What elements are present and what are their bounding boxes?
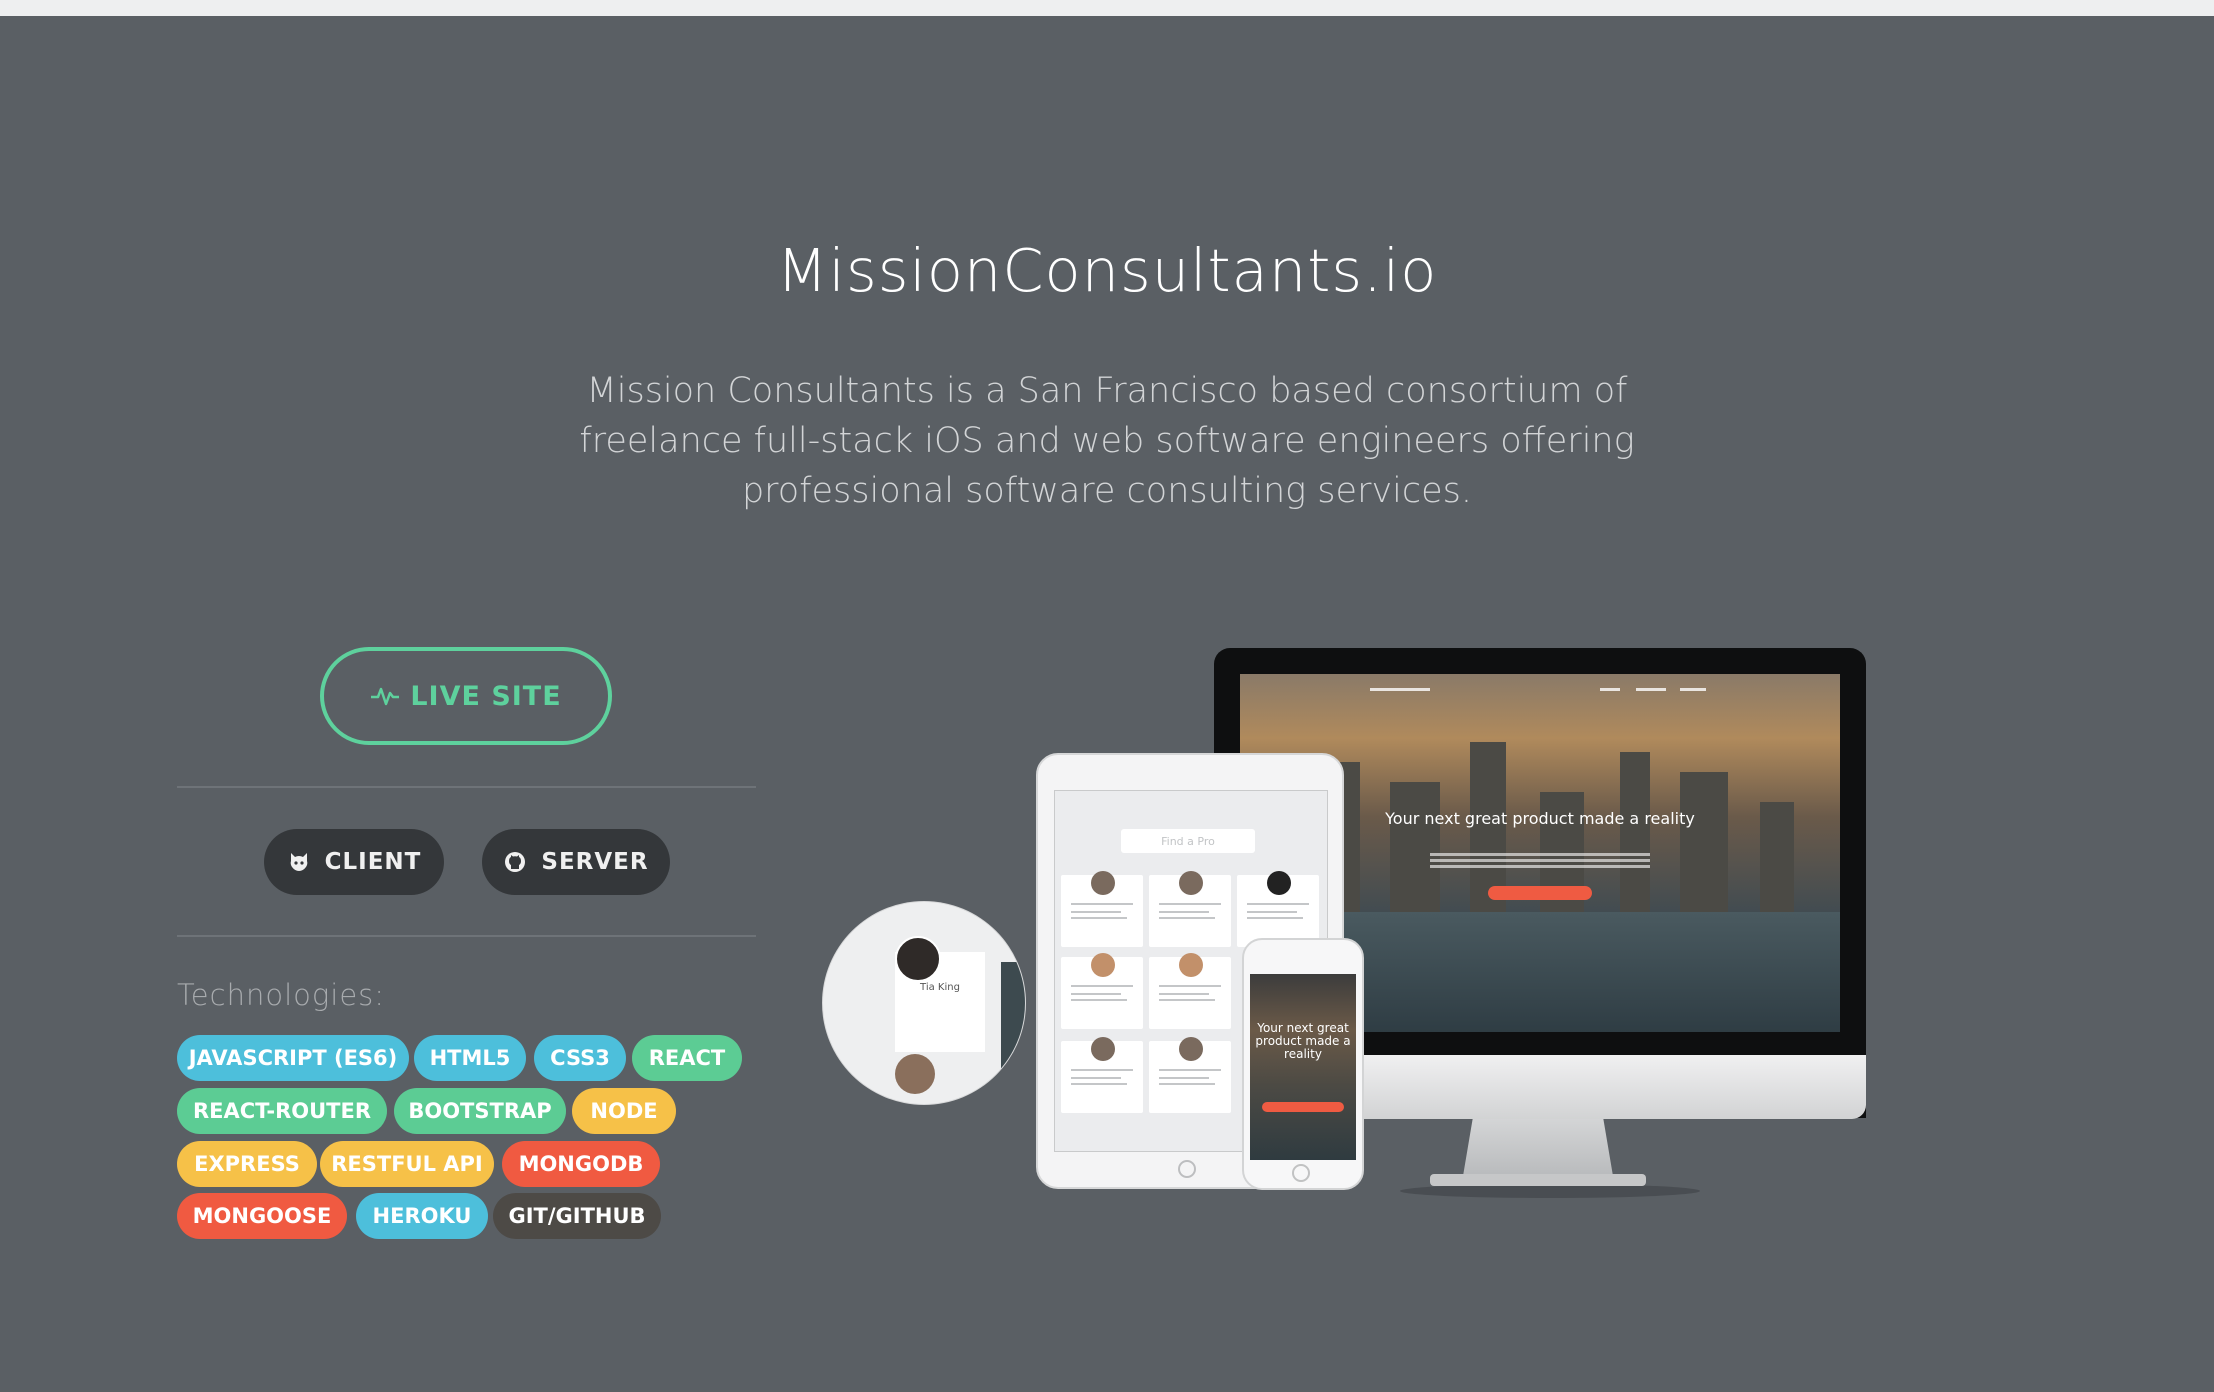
profile-avatar	[895, 1054, 935, 1094]
client-repo-button[interactable]: CLIENT	[264, 829, 444, 895]
browser-top-strip	[0, 0, 2214, 16]
server-label: SERVER	[541, 849, 649, 875]
tech-tag: MONGOOSE	[177, 1193, 347, 1239]
profile-avatar	[895, 936, 941, 982]
iphone-home-button	[1292, 1164, 1310, 1182]
server-repo-button[interactable]: SERVER	[482, 829, 670, 895]
technologies-label: Technologies:	[177, 978, 386, 1012]
tech-tag: MONGODB	[502, 1141, 660, 1187]
tech-tag: NODE	[572, 1088, 676, 1134]
tech-tag: REACT	[632, 1035, 742, 1081]
ipad-home-button	[1178, 1160, 1196, 1178]
profile-name: Tia King	[920, 982, 960, 993]
tech-tag: RESTFUL API	[320, 1141, 494, 1187]
find-pro-search: Find a Pro	[1121, 829, 1255, 853]
client-label: CLIENT	[324, 849, 422, 875]
github-icon	[505, 852, 526, 872]
project-description: Mission Consultants is a San Francisco b…	[579, 371, 1635, 511]
pulse-icon	[371, 687, 400, 706]
phone-hero-text: Your next great product made a reality	[1255, 1021, 1351, 1061]
divider	[177, 786, 756, 788]
tech-tag: HTML5	[414, 1035, 526, 1081]
tech-tag: JAVASCRIPT (ES6)	[177, 1035, 409, 1081]
tech-tag: CSS3	[534, 1035, 626, 1081]
phone-site-preview: Your next great product made a reality	[1250, 974, 1356, 1160]
octocat-icon	[290, 853, 307, 871]
mockup-shadow	[1400, 1184, 1700, 1198]
tech-tag: BOOTSTRAP	[394, 1088, 566, 1134]
live-site-button[interactable]: LIVE SITE	[320, 647, 612, 745]
live-site-label: LIVE SITE	[410, 680, 562, 712]
divider	[177, 935, 756, 937]
imac-stand	[1462, 1110, 1614, 1182]
tech-tag: GIT/GITHUB	[493, 1193, 661, 1239]
imac-foot	[1430, 1174, 1646, 1186]
zoom-detail-circle: Tia King	[823, 902, 1025, 1104]
tech-tag: HEROKU	[356, 1193, 488, 1239]
tech-tag: EXPRESS	[177, 1141, 317, 1187]
project-title: MissionConsultants.io	[776, 236, 1438, 305]
tech-tag: REACT-ROUTER	[177, 1088, 387, 1134]
